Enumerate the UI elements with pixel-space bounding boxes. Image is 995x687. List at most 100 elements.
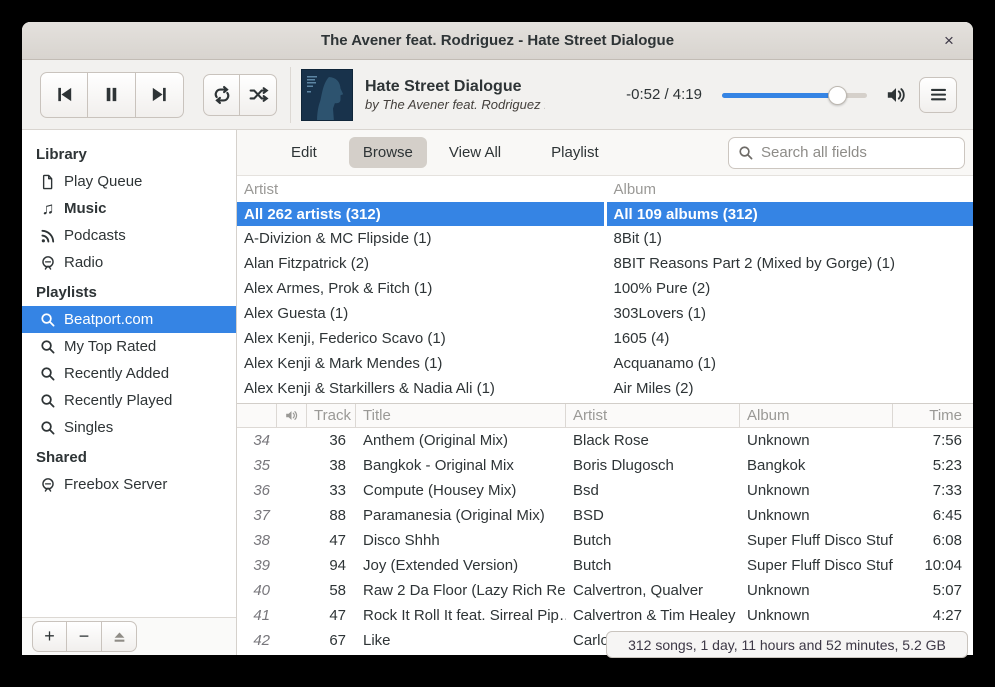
- artist-row[interactable]: Alan Fitzpatrick (2): [237, 251, 604, 276]
- track-number: 88: [307, 507, 356, 524]
- sidebar-header-playlists: Playlists: [22, 279, 236, 306]
- track-row[interactable]: 34 36 Anthem (Original Mix) Black Rose U…: [237, 428, 973, 453]
- artist-row[interactable]: A-Divizion & MC Flipside (1): [237, 226, 604, 251]
- artist-row[interactable]: Alex Kenji, Federico Scavo (1): [237, 326, 604, 351]
- playlist-actions: + −: [22, 617, 236, 655]
- now-playing-title: Hate Street Dialogue: [365, 78, 545, 96]
- repeat-button[interactable]: [203, 74, 240, 116]
- sidebar-item-play-queue[interactable]: Play Queue: [22, 168, 236, 195]
- rhythmbox-window: The Avener feat. Rodriguez - Hate Street…: [22, 22, 973, 655]
- edit-button[interactable]: Edit: [277, 137, 331, 168]
- radio-icon: [40, 255, 56, 271]
- track-column-header[interactable]: Track: [307, 404, 356, 427]
- close-button[interactable]: ×: [935, 27, 963, 55]
- pause-button[interactable]: [88, 72, 136, 118]
- eject-button[interactable]: [102, 621, 137, 652]
- track-time: 5:07: [893, 582, 973, 599]
- sidebar-item-beatport[interactable]: Beatport.com: [22, 306, 236, 333]
- view-all-button[interactable]: View All: [435, 137, 515, 168]
- radio-icon: [40, 477, 56, 493]
- album-row[interactable]: 303Lovers (1): [607, 301, 974, 326]
- artist-pane-header[interactable]: Artist: [237, 176, 604, 202]
- eject-icon: [112, 630, 127, 644]
- sidebar-item-recently-added[interactable]: Recently Added: [22, 360, 236, 387]
- artist-column-header[interactable]: Artist: [566, 404, 740, 427]
- album-column-header[interactable]: Album: [740, 404, 893, 427]
- album-row[interactable]: 1605 (4): [607, 326, 974, 351]
- shuffle-button[interactable]: [240, 74, 277, 116]
- sidebar-item-music[interactable]: ♫ Music: [22, 195, 236, 222]
- sidebar-item-label: Recently Played: [64, 392, 172, 409]
- track-time: 6:08: [893, 532, 973, 549]
- album-pane-header[interactable]: Album: [607, 176, 974, 202]
- album-all-row[interactable]: All 109 albums (312): [607, 202, 974, 226]
- track-row[interactable]: 35 38 Bangkok - Original Mix Boris Dlugo…: [237, 453, 973, 478]
- hamburger-icon: [930, 87, 947, 102]
- album-row[interactable]: Acquanamo (1): [607, 351, 974, 376]
- track-title: Raw 2 Da Floor (Lazy Rich Re…: [356, 582, 566, 599]
- artist-all-row[interactable]: All 262 artists (312): [237, 202, 604, 226]
- sidebar-item-recently-played[interactable]: Recently Played: [22, 387, 236, 414]
- album-row[interactable]: 8Bit (1): [607, 226, 974, 251]
- track-row[interactable]: 37 88 Paramanesia (Original Mix) BSD Unk…: [237, 503, 973, 528]
- previous-icon: [54, 84, 75, 105]
- track-table: Track Title Artist Album Time 34 36 Anth…: [237, 404, 973, 655]
- playing-column-header[interactable]: [277, 404, 307, 427]
- playlist-button[interactable]: Playlist: [537, 137, 613, 168]
- window-body: Library Play Queue ♫ Music Podcasts Radi…: [22, 130, 973, 655]
- album-row[interactable]: Air Miles (2): [607, 376, 974, 401]
- sidebar-item-freebox-server[interactable]: Freebox Server: [22, 471, 236, 498]
- sidebar-item-my-top-rated[interactable]: My Top Rated: [22, 333, 236, 360]
- track-row[interactable]: 41 47 Rock It Roll It feat. Sirreal Pip……: [237, 603, 973, 628]
- minus-icon: −: [79, 626, 90, 647]
- library-browser: Artist All 262 artists (312) A-Divizion …: [237, 176, 973, 404]
- track-artist: Calvertron & Tim Healey: [566, 607, 740, 624]
- artist-row[interactable]: Alex Guesta (1): [237, 301, 604, 326]
- source-list: Library Play Queue ♫ Music Podcasts Radi…: [22, 130, 236, 617]
- track-artist: Calvertron, Qualver: [566, 582, 740, 599]
- previous-button[interactable]: [40, 72, 88, 118]
- time-column-header[interactable]: Time: [893, 404, 973, 427]
- row-number: 40: [237, 582, 277, 599]
- row-number-column-header[interactable]: [237, 404, 277, 427]
- remove-playlist-button[interactable]: −: [67, 621, 102, 652]
- titlebar[interactable]: The Avener feat. Rodriguez - Hate Street…: [22, 22, 973, 60]
- search-box[interactable]: [728, 137, 965, 169]
- sidebar-item-singles[interactable]: Singles: [22, 414, 236, 441]
- artist-row[interactable]: Alex Kenji & Starkillers & Nadia Ali (1): [237, 376, 604, 401]
- track-album: Unknown: [740, 432, 893, 449]
- track-artist: Bsd: [566, 482, 740, 499]
- track-time: 4:27: [893, 607, 973, 624]
- artist-row[interactable]: Alex Kenji & Mark Mendes (1): [237, 351, 604, 376]
- album-list: 8Bit (1)8BIT Reasons Part 2 (Mixed by Go…: [607, 226, 974, 401]
- track-number: 58: [307, 582, 356, 599]
- next-button[interactable]: [136, 72, 184, 118]
- row-number: 36: [237, 482, 277, 499]
- track-artist: Butch: [566, 557, 740, 574]
- music-note-icon: ♫: [40, 199, 56, 219]
- track-row[interactable]: 39 94 Joy (Extended Version) Butch Super…: [237, 553, 973, 578]
- transport-controls: [40, 72, 184, 118]
- menu-button[interactable]: [919, 77, 957, 113]
- search-icon: [738, 145, 754, 161]
- track-row[interactable]: 40 58 Raw 2 Da Floor (Lazy Rich Re… Calv…: [237, 578, 973, 603]
- artist-row[interactable]: Alex Armes, Prok & Fitch (1): [237, 276, 604, 301]
- track-number: 94: [307, 557, 356, 574]
- track-row[interactable]: 36 33 Compute (Housey Mix) Bsd Unknown 7…: [237, 478, 973, 503]
- seek-handle[interactable]: [828, 86, 847, 105]
- browse-toggle[interactable]: Browse: [349, 137, 427, 168]
- volume-button[interactable]: [883, 82, 909, 108]
- album-row[interactable]: 100% Pure (2): [607, 276, 974, 301]
- title-column-header[interactable]: Title: [356, 404, 566, 427]
- album-row[interactable]: 8BIT Reasons Part 2 (Mixed by Gorge) (1): [607, 251, 974, 276]
- sidebar-item-label: Play Queue: [64, 173, 142, 190]
- track-row[interactable]: 38 47 Disco Shhh Butch Super Fluff Disco…: [237, 528, 973, 553]
- sidebar-item-label: Freebox Server: [64, 476, 167, 493]
- sidebar-item-podcasts[interactable]: Podcasts: [22, 222, 236, 249]
- search-input[interactable]: [761, 144, 946, 161]
- seek-slider[interactable]: [722, 85, 867, 105]
- rss-icon: [40, 228, 56, 244]
- add-playlist-button[interactable]: +: [32, 621, 67, 652]
- sidebar-item-radio[interactable]: Radio: [22, 249, 236, 276]
- sidebar-item-label: Music: [64, 200, 107, 217]
